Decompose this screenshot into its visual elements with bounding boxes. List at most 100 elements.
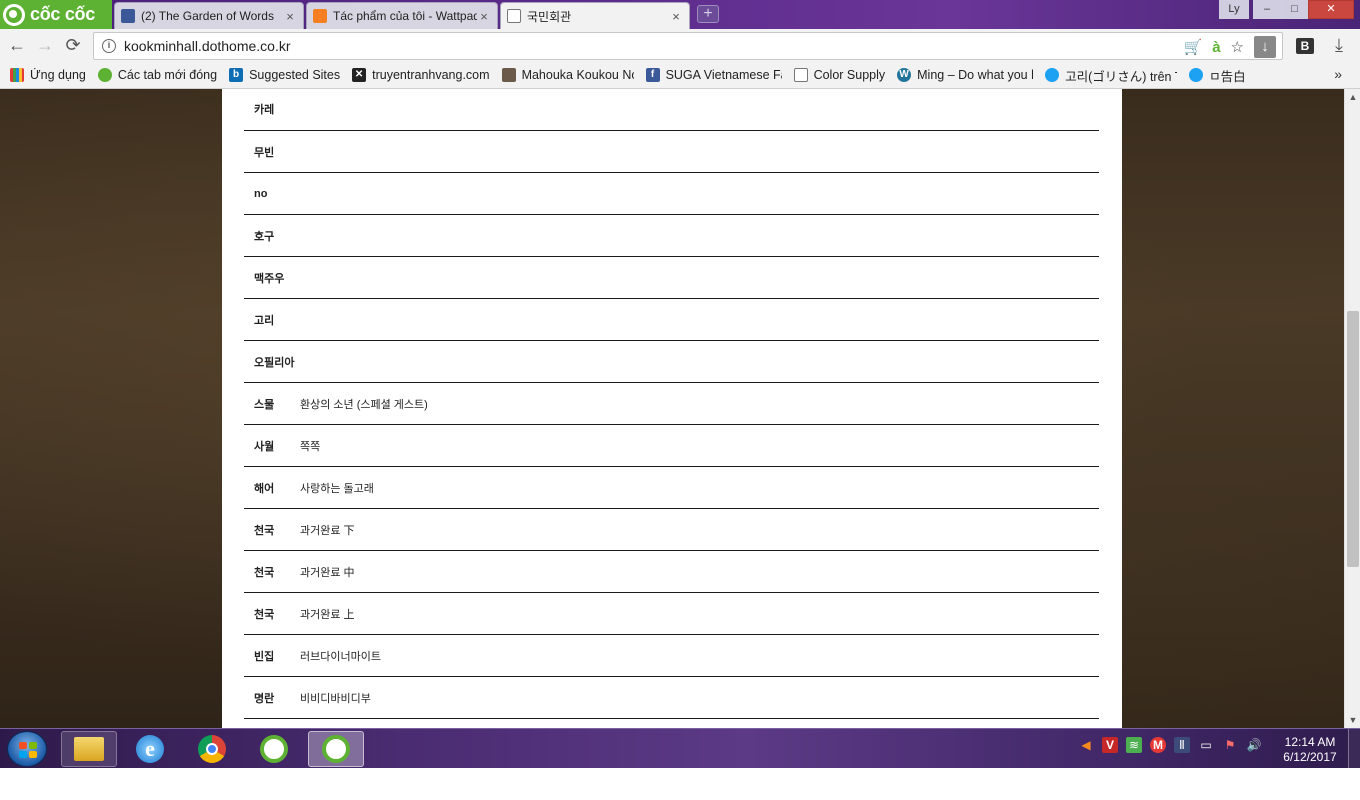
minimize-button[interactable]: – [1253,0,1281,19]
wordpress-icon: W [897,68,912,82]
content-panel: 카레 무빈 no 호구 맥주우 고리 오필리아 스물 환상의 소년 (스페셜 게… [222,89,1122,728]
bookmark-suga[interactable]: f SUGA Vietnamese Far [645,68,782,82]
scroll-up-icon[interactable]: ▲ [1345,89,1360,105]
row-name: 맥주우 [254,272,285,285]
bookmark-suggested-sites[interactable]: b Suggested Sites [229,68,340,82]
system-tray: ◀ V ≋ M Ⅱ ▭ ⚑ 🔊 [1078,737,1262,753]
close-window-button[interactable]: ✕ [1308,0,1354,19]
profile-button[interactable]: Ly [1219,0,1249,19]
bookmark-recent-tabs[interactable]: Các tab mới đóng [97,68,217,82]
navigation-bar: ← → ⟳ i kookminhall.dothome.co.kr 🛒 à ☆ … [0,29,1360,62]
network-icon[interactable]: ▭ [1198,737,1214,753]
row-title[interactable]: 과거완료 下 [300,522,1099,538]
coccoc-icon-active [322,735,350,763]
page-icon [793,68,808,82]
vietnamese-ime-icon[interactable]: V [1102,737,1118,753]
show-desktop-button[interactable] [1348,729,1360,769]
page-scrollbar[interactable]: ▲ ▼ [1344,89,1360,728]
savior-download-icon[interactable]: ↓ [1254,36,1276,58]
bookmark-star-icon[interactable]: ☆ [1231,38,1244,56]
bookmarks-bar: Ứng dụng Các tab mới đóng b Suggested Si… [0,62,1360,89]
internet-explorer-taskbar-button[interactable]: e [122,731,178,767]
table-row: 호구 [244,215,1099,257]
internet-explorer-icon: e [136,735,164,763]
close-icon[interactable]: × [669,9,683,24]
mega-icon[interactable]: M [1150,737,1166,753]
row-title[interactable]: 과거완료 中 [300,564,1099,580]
page-icon [507,9,521,23]
start-button[interactable] [7,731,47,767]
guest-table: 카레 무빈 no 호구 맥주우 고리 오필리아 스물 환상의 소년 (스페셜 게… [244,89,1099,719]
row-name: no [254,187,268,200]
row-name: 카레 [254,104,275,116]
tab-kookminhall[interactable]: 국민회관 × [500,2,690,29]
facebook-icon [121,9,135,23]
site-info-icon[interactable]: i [102,39,116,53]
row-name: 천국 [254,608,275,621]
row-name: 명란 [254,692,275,705]
row-title[interactable]: 러브다이너마이트 [300,648,1099,664]
table-row: 사월 쪽쪽 [244,425,1099,467]
forward-button[interactable]: → [34,35,56,57]
bookmark-ming[interactable]: W Ming – Do what you k [897,68,1033,82]
tab-garden-of-words[interactable]: (2) The Garden of Words × [114,2,304,29]
table-row: 카레 [244,89,1099,131]
tab-wattpad[interactable]: Tác phẩm của tôi - Wattpad × [306,2,498,29]
row-title[interactable]: 비비디바비디부 [300,690,1099,706]
table-row: 해어 사랑하는 돌고래 [244,467,1099,509]
row-name: 빈집 [254,650,275,663]
table-row: 천국 과거완료 下 [244,509,1099,551]
row-title[interactable]: 과거완료 上 [300,606,1099,622]
close-icon[interactable]: × [477,9,491,24]
bts-extension-icon[interactable]: B [1296,38,1314,54]
bookmark-truyentranhvang[interactable]: ✕ truyentranhvang.com [352,68,490,82]
row-name: 천국 [254,566,275,579]
row-title[interactable]: 사랑하는 돌고래 [300,480,1099,496]
close-icon[interactable]: × [283,9,297,24]
back-button[interactable]: ← [6,35,28,57]
action-center-icon[interactable]: ⚑ [1222,737,1238,753]
coccoc-logo-icon [3,3,25,26]
maximize-button[interactable]: □ [1281,0,1308,19]
clock-date: 6/12/2017 [1283,750,1337,764]
site-icon: ✕ [352,68,367,82]
shopping-cart-icon[interactable]: 🛒 [1184,38,1203,56]
tab-label: (2) The Garden of Words [141,9,274,23]
scroll-down-icon[interactable]: ▼ [1345,712,1360,728]
layers-app-icon[interactable]: ≋ [1126,737,1142,753]
scrollbar-thumb[interactable] [1347,311,1359,567]
bookmark-apps[interactable]: Ứng dụng [10,68,86,82]
row-name: 사월 [254,440,275,453]
coccoc-icon [260,735,288,763]
table-row: 빈집 러브다이너마이트 [244,635,1099,677]
volume-icon[interactable]: 🔊 [1246,737,1262,753]
row-title[interactable]: 환상의 소년 (스페셜 게스트) [300,396,1099,412]
bookmark-color-supply[interactable]: Color Supply [793,68,885,82]
coccoc-taskbar-button[interactable] [246,731,302,767]
reload-button[interactable]: ⟳ [62,35,84,57]
table-row: 천국 과거완료 中 [244,551,1099,593]
bookmark-gori-twitter[interactable]: 고리(ゴリさん) trên Tv [1045,66,1177,85]
row-title[interactable]: 쪽쪽 [300,438,1099,454]
show-hidden-icons-icon[interactable]: ◀ [1078,737,1094,753]
pause-app-icon[interactable]: Ⅱ [1174,737,1190,753]
address-bar[interactable]: i kookminhall.dothome.co.kr 🛒 à ☆ ↓ [93,32,1283,60]
apps-grid-icon [10,68,24,82]
screen-bottom-strip [0,768,1360,800]
bookmark-confession-twitter[interactable]: ㅁ告白 [1189,66,1246,85]
omnibox-icons: 🛒 à ☆ ↓ [1184,36,1276,58]
vietnamese-input-icon[interactable]: à [1212,39,1220,56]
table-row: 명란 비비디바비디부 [244,677,1099,719]
downloads-icon[interactable]: ⤓ [1328,35,1350,57]
coccoc-brand[interactable]: cốc cốc [0,0,112,29]
table-row: 맥주우 [244,257,1099,299]
brand-label: cốc cốc [30,4,95,24]
bookmark-mahouka[interactable]: Mahouka Koukou No [501,68,634,82]
file-explorer-taskbar-button[interactable] [61,731,117,767]
taskbar-clock[interactable]: 12:14 AM 6/12/2017 [1278,735,1342,765]
coccoc-active-taskbar-button[interactable] [308,731,364,767]
new-tab-button[interactable]: + [697,5,719,23]
twitter-icon [1189,68,1204,82]
chrome-taskbar-button[interactable] [184,731,240,767]
bookmarks-overflow-button[interactable]: » [1334,66,1342,82]
